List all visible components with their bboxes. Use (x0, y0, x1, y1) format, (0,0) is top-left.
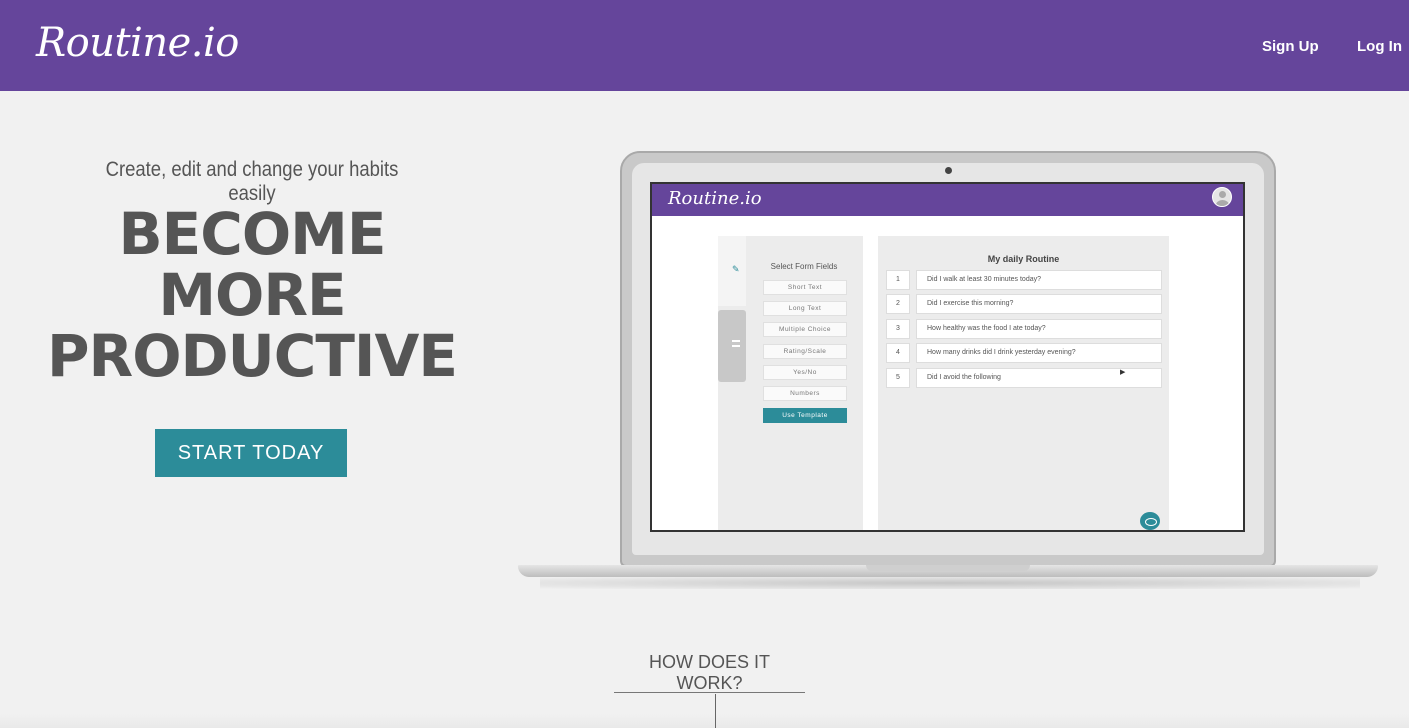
field-numbers: Numbers (763, 386, 847, 401)
question-number: 3 (886, 319, 910, 339)
pencil-icon: ✎ (732, 264, 740, 274)
preview-header: Routine.io (652, 184, 1243, 216)
field-rating-scale: Rating/Scale (763, 344, 847, 359)
avatar-icon (1212, 187, 1232, 207)
field-short-text: Short Text (763, 280, 847, 295)
question-number: 5 (886, 368, 910, 388)
question-number: 2 (886, 294, 910, 314)
hero-headline: BECOME MORE PRODUCTIVE (40, 204, 464, 387)
eye-icon (1140, 512, 1160, 530)
top-navbar: Routine.io Sign Up Log In (0, 0, 1409, 91)
fields-title: Select Form Fields (770, 262, 838, 271)
field-multiple-choice: Multiple Choice (763, 322, 847, 337)
brand-logo[interactable]: Routine.io (36, 20, 239, 66)
routine-title: My daily Routine (987, 254, 1060, 264)
question-text: How healthy was the food I ate today? (916, 319, 1162, 339)
login-link[interactable]: Log In (1357, 38, 1402, 55)
preview-screen: Routine.io ✎ Select Form Fields Short Te… (650, 182, 1245, 532)
question-text: Did I walk at least 30 minutes today? (916, 270, 1162, 290)
laptop-camera (945, 167, 952, 174)
question-text: How many drinks did I drink yesterday ev… (916, 343, 1162, 363)
field-yes-no: Yes/No (763, 365, 847, 380)
use-template-button: Use Template (763, 408, 847, 423)
timeline-connector (715, 694, 716, 728)
headline-line-1: BECOME (118, 200, 386, 268)
cursor-icon: ▶ (1120, 369, 1126, 376)
hero-tagline: Create, edit and change your habits easi… (105, 158, 399, 205)
list-icon (732, 340, 740, 347)
headline-line-2: MORE (158, 261, 346, 329)
start-today-button[interactable]: START TODAY (155, 429, 347, 477)
question-number: 4 (886, 343, 910, 363)
section-divider (0, 714, 1409, 728)
question-number: 1 (886, 270, 910, 290)
laptop-shadow (540, 577, 1360, 589)
question-text: Did I exercise this morning? (916, 294, 1162, 314)
how-it-works-heading: HOW DOES IT WORK? (649, 652, 770, 693)
field-long-text: Long Text (763, 301, 847, 316)
laptop-notch (866, 565, 1030, 571)
preview-brand: Routine.io (668, 188, 762, 209)
heading-underline (614, 692, 805, 693)
headline-line-3: PRODUCTIVE (47, 322, 458, 390)
signup-link[interactable]: Sign Up (1262, 38, 1319, 55)
